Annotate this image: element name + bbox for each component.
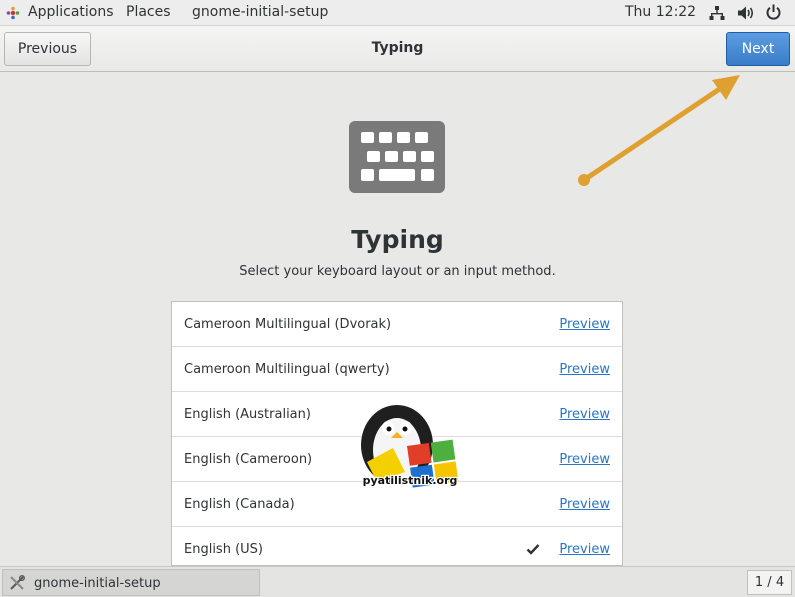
preview-link[interactable]: Preview <box>559 362 610 377</box>
checkmark-icon <box>526 544 540 555</box>
layout-name: English (Cameroon) <box>184 452 313 467</box>
list-item[interactable]: Cameroon Multilingual (qwerty) Preview <box>172 347 622 392</box>
watermark-text: pyatilistnik.org <box>363 474 458 487</box>
preview-link[interactable]: Preview <box>559 407 610 422</box>
preview-link[interactable]: Preview <box>559 452 610 467</box>
volume-icon[interactable] <box>737 5 755 21</box>
preview-link[interactable]: Preview <box>559 497 610 512</box>
header-title: Typing <box>371 40 424 56</box>
top-panel: Applications Places gnome-initial-setup … <box>0 0 795 26</box>
preview-link[interactable]: Preview <box>559 542 610 557</box>
app-menu[interactable]: gnome-initial-setup <box>192 4 328 20</box>
next-button[interactable]: Next <box>726 32 790 66</box>
page-subtitle: Select your keyboard layout or an input … <box>239 264 556 279</box>
header-bar: Previous Typing Next <box>0 26 795 72</box>
layout-name: English (US) <box>184 542 263 557</box>
bottom-panel: gnome-initial-setup 1 / 4 <box>0 566 795 597</box>
annotation-arrow <box>578 75 740 186</box>
list-item-selected[interactable]: English (US) Preview <box>172 527 622 565</box>
settings-tools-icon <box>10 575 25 590</box>
clock[interactable]: Thu 12:22 <box>625 4 696 20</box>
list-item[interactable]: Cameroon Multilingual (Dvorak) Preview <box>172 302 622 347</box>
applications-icon[interactable] <box>6 6 20 20</box>
watermark-logo: pyatilistnik.org <box>361 405 458 488</box>
taskbar-item-label: gnome-initial-setup <box>34 576 161 591</box>
layout-name: Cameroon Multilingual (Dvorak) <box>184 317 392 332</box>
places-menu[interactable]: Places <box>126 4 171 20</box>
workspace-indicator[interactable]: 1 / 4 <box>747 570 792 595</box>
keyboard-icon <box>349 121 445 193</box>
power-icon[interactable] <box>765 4 782 21</box>
page-heading: Typing <box>351 225 444 254</box>
layout-name: English (Australian) <box>184 407 311 422</box>
layout-name: Cameroon Multilingual (qwerty) <box>184 362 390 377</box>
taskbar-item[interactable]: gnome-initial-setup <box>2 569 260 596</box>
applications-menu[interactable]: Applications <box>28 4 114 20</box>
network-icon[interactable] <box>709 5 725 21</box>
layout-name: English (Canada) <box>184 497 295 512</box>
preview-link[interactable]: Preview <box>559 317 610 332</box>
